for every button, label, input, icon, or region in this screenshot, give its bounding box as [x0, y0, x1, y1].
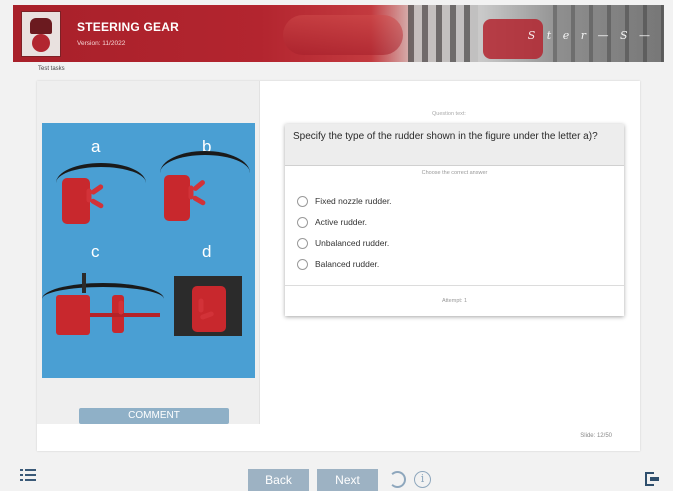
radio-button[interactable] [297, 216, 308, 228]
header-banner: STEERING GEAR Version: 11/2022 S t e r —… [13, 5, 664, 62]
reload-icon[interactable] [389, 471, 406, 488]
app-page: STEERING GEAR Version: 11/2022 S t e r —… [0, 0, 673, 491]
question-text: Specify the type of the rudder shown in … [285, 124, 624, 166]
menu-icon[interactable] [20, 469, 36, 481]
rudder-d [192, 286, 226, 332]
answer-option[interactable]: Unbalanced rudder. [297, 236, 389, 250]
task-card: a b c d COMMENT Question text: Specify t… [37, 81, 640, 451]
answer-option[interactable]: Fixed nozzle rudder. [297, 194, 392, 208]
banner-image [283, 15, 403, 55]
question-card: Specify the type of the rudder shown in … [285, 124, 624, 316]
answer-option-label: Active rudder. [315, 217, 367, 227]
answer-instruction: Choose the correct answer [421, 170, 488, 176]
back-button[interactable]: Back [248, 469, 309, 491]
next-button[interactable]: Next [317, 469, 378, 491]
radio-button[interactable] [297, 237, 308, 249]
radio-button[interactable] [297, 258, 308, 270]
rudder-c [56, 295, 90, 335]
figure-label-a: a [91, 137, 101, 156]
answer-option-label: Fixed nozzle rudder. [315, 196, 392, 206]
attempt-counter: Attempt: 1 [285, 285, 624, 316]
app-version: Version: 11/2022 [77, 40, 126, 47]
figure-panel: a b c d COMMENT [37, 81, 260, 424]
app-title: STEERING GEAR [77, 20, 179, 34]
answer-option[interactable]: Balanced rudder. [297, 257, 379, 271]
exit-icon[interactable] [645, 472, 659, 486]
bottom-toolbar: Back Next i [0, 462, 673, 491]
radio-button[interactable] [297, 195, 308, 207]
breadcrumb: Test tasks [38, 66, 65, 72]
rudder-b [164, 175, 190, 221]
answer-option-label: Unbalanced rudder. [315, 238, 390, 248]
answer-option[interactable]: Active rudder. [297, 215, 367, 229]
figure-label-c: c [91, 242, 100, 261]
answer-option-label: Balanced rudder. [315, 259, 380, 269]
app-logo [21, 11, 61, 57]
rudder-figure: a b c d [42, 123, 255, 378]
signature-logo: S t e r — S — [527, 29, 654, 42]
question-text-label: Question text: [432, 111, 466, 117]
info-icon[interactable]: i [414, 471, 431, 488]
comment-button[interactable]: COMMENT [79, 408, 229, 424]
slide-counter: Slide: 12/50 [580, 433, 612, 439]
figure-label-d: d [202, 242, 212, 261]
hull-line-b [160, 151, 250, 173]
